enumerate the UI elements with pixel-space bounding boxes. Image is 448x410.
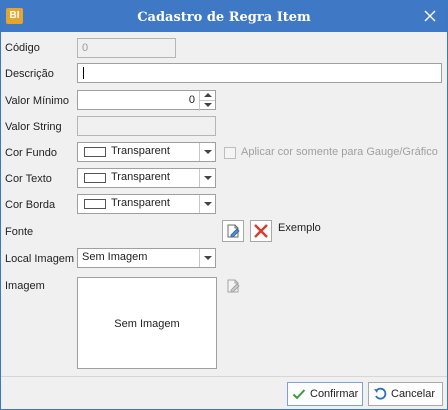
spin-up-button[interactable] [200,91,215,100]
aplicar-gauge-label: Aplicar cor somente para Gauge/Gráfico [241,146,438,158]
local-imagem-select[interactable]: Sem Imagem [77,248,216,268]
color-swatch [84,199,106,209]
checkbox-box[interactable] [224,147,236,159]
undo-icon [374,387,387,400]
footer-divider [1,376,447,377]
cor-texto-value: Transparent [111,171,170,183]
valor-minimo-spinner[interactable]: 0 [77,90,216,111]
confirm-button[interactable]: Confirmar [287,382,363,406]
color-swatch [84,147,106,157]
local-imagem-label: Local Imagem [5,253,75,265]
cor-texto-label: Cor Texto [5,173,52,185]
imagem-edit-button[interactable] [223,276,245,298]
cor-borda-label: Cor Borda [5,199,56,211]
dropdown-button[interactable] [199,169,215,187]
descricao-input[interactable] [77,63,442,83]
image-preview: Sem Imagem [77,277,217,369]
text-cursor [83,67,84,79]
cancel-button[interactable]: Cancelar [368,382,443,406]
cor-fundo-value: Transparent [111,145,170,157]
arrow-down-icon [204,103,212,107]
title-bar: BI Cadastro de Regra Item [1,1,447,32]
local-imagem-value: Sem Imagem [82,251,148,263]
close-icon[interactable] [422,8,438,24]
fonte-edit-button[interactable] [222,220,244,242]
valor-minimo-value: 0 [188,94,195,106]
dialog-window: BI Cadastro de Regra Item Código 0 Descr… [0,0,448,410]
imagem-label: Imagem [5,280,45,292]
arrow-up-icon [204,93,212,97]
dropdown-button[interactable] [199,195,215,213]
edit-icon [227,279,240,293]
color-swatch [84,173,106,183]
checkmark-icon [292,389,306,400]
valor-string-label: Valor String [5,121,62,133]
chevron-down-icon [204,256,212,260]
descricao-label: Descrição [5,68,54,80]
cor-texto-select[interactable]: Transparent [77,168,216,188]
cor-fundo-label: Cor Fundo [5,147,57,159]
codigo-value: 0 [82,42,89,54]
cancel-label: Cancelar [391,388,436,400]
codigo-label: Código [5,42,40,54]
dropdown-button[interactable] [199,249,215,267]
spinner-buttons [199,91,215,111]
fonte-example-text: Exemplo [278,222,321,234]
cor-fundo-select[interactable]: Transparent [77,142,216,162]
chevron-down-icon [204,150,212,154]
spin-down-button[interactable] [200,100,215,109]
fonte-label: Fonte [5,226,34,238]
cor-borda-select[interactable]: Transparent [77,194,216,214]
window-title: Cadastro de Regra Item [137,10,311,25]
codigo-field: 0 [77,38,176,58]
dropdown-button[interactable] [199,143,215,161]
valor-minimo-label: Valor Mínimo [5,95,69,107]
cor-borda-value: Transparent [111,197,170,209]
chevron-down-icon [204,202,212,206]
image-placeholder-text: Sem Imagem [114,318,180,330]
confirm-label: Confirmar [310,388,359,400]
valor-string-field [77,116,216,136]
fonte-clear-button[interactable] [250,220,272,242]
close-red-icon [254,224,268,238]
chevron-down-icon [204,176,212,180]
edit-icon [227,224,240,238]
